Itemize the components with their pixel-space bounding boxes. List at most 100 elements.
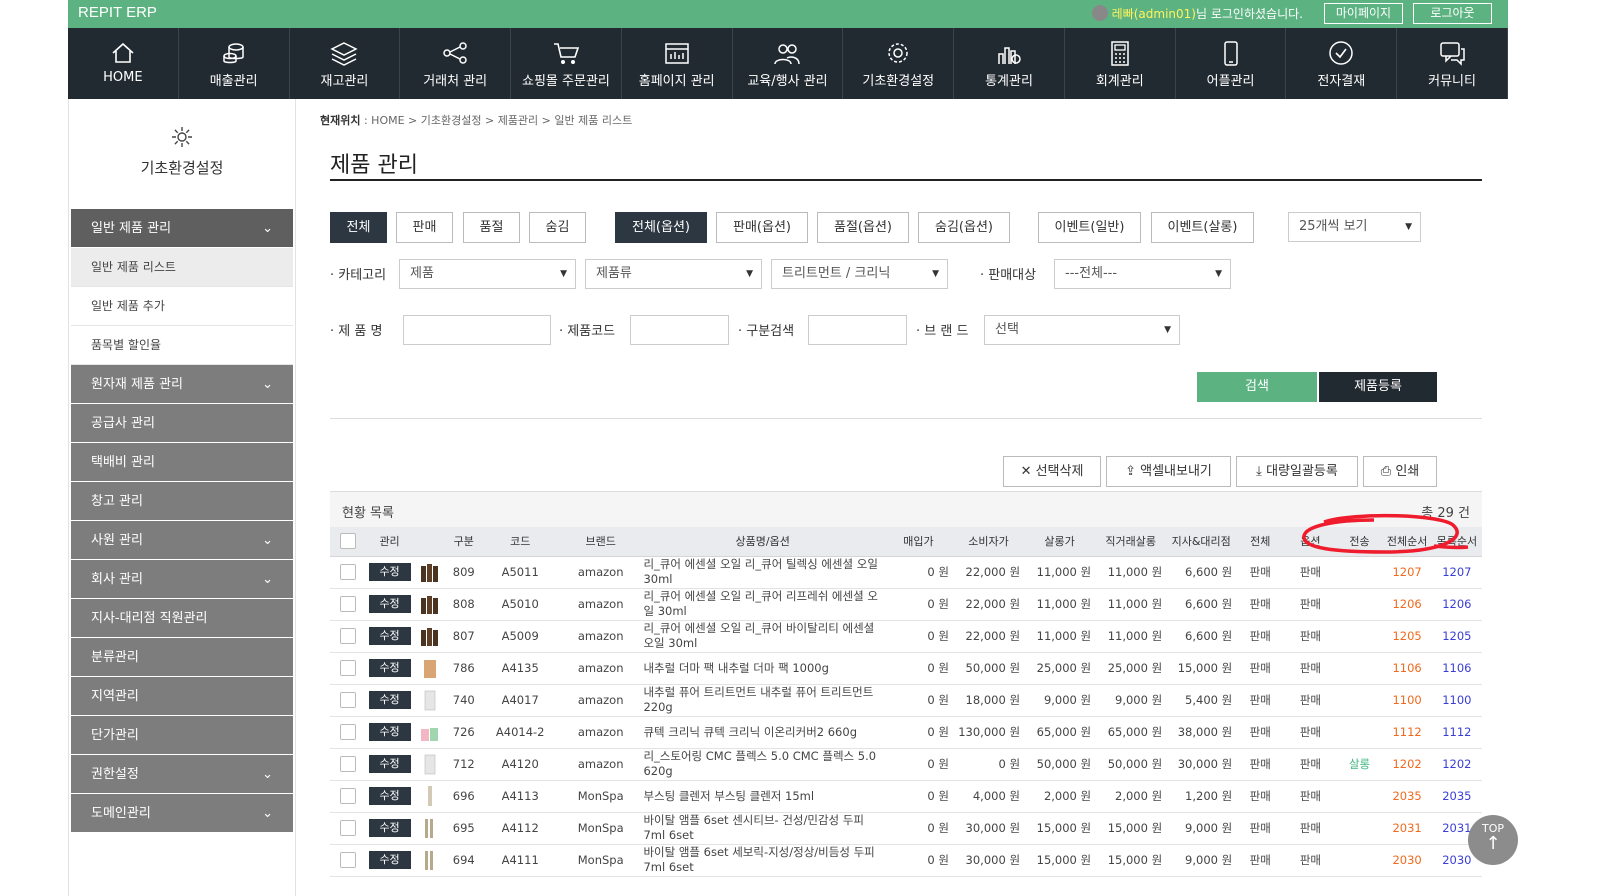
- row-checkbox[interactable]: [339, 692, 356, 708]
- nav-item-3[interactable]: 거래처 관리: [400, 28, 512, 99]
- product-thumbnail[interactable]: [419, 592, 441, 616]
- tab-sale[interactable]: 판매: [396, 212, 453, 243]
- category-select-3[interactable]: 트리트먼트 / 크리닉 ▼: [771, 259, 948, 289]
- table-row[interactable]: 수정 694 A4111 MonSpa 바이탈 앰플 6set 세보릭-지성/정상/비듬…: [330, 844, 1482, 877]
- product-thumbnail[interactable]: [419, 752, 441, 776]
- sidebar-subitem-1[interactable]: 일반 제품 추가: [71, 287, 293, 326]
- sale-target-select[interactable]: ---전체--- ▼: [1054, 259, 1231, 289]
- product-thumbnail[interactable]: [419, 720, 441, 744]
- division-search-input[interactable]: [808, 315, 907, 345]
- sidebar-item-2[interactable]: 공급사 관리: [71, 404, 293, 443]
- sidebar-item-12[interactable]: 도메인관리 ⌄: [71, 794, 293, 833]
- edit-button[interactable]: 수정: [368, 851, 411, 869]
- edit-button[interactable]: 수정: [368, 659, 411, 677]
- table-row[interactable]: 수정 695 A4112 MonSpa 바이탈 앰플 6set 센시티브- 건성/민감성…: [330, 812, 1482, 845]
- nav-item-10[interactable]: 어플관리: [1176, 28, 1287, 99]
- row-checkbox[interactable]: [339, 756, 356, 772]
- edit-button[interactable]: 수정: [368, 787, 411, 805]
- nav-item-12[interactable]: 커뮤니티: [1397, 28, 1508, 99]
- nav-item-2[interactable]: 재고관리: [290, 28, 401, 99]
- mypage-button[interactable]: 마이페이지: [1324, 3, 1403, 24]
- tab-event-general[interactable]: 이벤트(일반): [1038, 212, 1141, 243]
- edit-button[interactable]: 수정: [368, 595, 411, 613]
- row-checkbox[interactable]: [339, 564, 356, 580]
- edit-button[interactable]: 수정: [368, 723, 411, 741]
- row-checkbox[interactable]: [339, 788, 356, 804]
- table-row[interactable]: 수정 809 A5011 amazon 리_큐어 에센셜 오일 리_큐어 틸렉싱 에센셜…: [330, 556, 1482, 589]
- table-row[interactable]: 수정 696 A4113 MonSpa 부스팅 클렌저 부스팅 클렌저 15ml 0 원4…: [330, 780, 1482, 813]
- sidebar-subitem-0[interactable]: 일반 제품 리스트: [71, 248, 293, 287]
- table-row[interactable]: 수정 786 A4135 amazon 내추럴 더마 팩 내추럴 더마 팩 1000g 0…: [330, 652, 1482, 685]
- tab-hidden[interactable]: 숨김: [529, 212, 586, 243]
- row-checkbox[interactable]: [339, 852, 356, 868]
- tab-all[interactable]: 전체: [330, 212, 387, 243]
- product-name-input[interactable]: [403, 315, 551, 345]
- sidebar-item-8[interactable]: 분류관리: [71, 638, 293, 677]
- tab-event-salon[interactable]: 이벤트(살롱): [1151, 212, 1254, 243]
- row-checkbox[interactable]: [339, 820, 356, 836]
- row-checkbox[interactable]: [339, 628, 356, 644]
- delete-selected-button[interactable]: ✕ 선택삭제: [1003, 456, 1101, 487]
- scroll-top-button[interactable]: TOP ↑: [1468, 815, 1518, 865]
- sidebar-item-1[interactable]: 원자재 제품 관리 ⌄: [71, 365, 293, 404]
- sidebar-item-3[interactable]: 택배비 관리: [71, 443, 293, 482]
- row-checkbox[interactable]: [339, 660, 356, 676]
- row-checkbox[interactable]: [339, 596, 356, 612]
- product-thumbnail[interactable]: [419, 816, 441, 840]
- sidebar-subitem-2[interactable]: 품목별 할인율: [71, 326, 293, 365]
- sidebar-item-9[interactable]: 지역관리: [71, 677, 293, 716]
- nav-item-6[interactable]: 교육/행사 관리: [733, 28, 844, 99]
- sidebar-item-0[interactable]: 일반 제품 관리 ⌄: [71, 209, 293, 248]
- product-thumbnail[interactable]: [419, 624, 441, 648]
- register-product-button[interactable]: 제품등록: [1319, 372, 1437, 402]
- edit-button[interactable]: 수정: [368, 563, 411, 581]
- table-row[interactable]: 수정 712 A4120 amazon 리_스토어링 CMC 플렉스 5.0 CMC 플…: [330, 748, 1482, 781]
- nav-item-5[interactable]: 홈페이지 관리: [622, 28, 733, 99]
- per-page-select[interactable]: 25개씩 보기 ▼: [1288, 212, 1421, 242]
- product-thumbnail[interactable]: [419, 784, 441, 808]
- sidebar-item-11[interactable]: 권한설정 ⌄: [71, 755, 293, 794]
- table-row[interactable]: 수정 726 A4014-2 amazon 큐텍 크리닉 큐텍 크리닉 이온리커버2 6…: [330, 716, 1482, 749]
- search-button[interactable]: 검색: [1197, 372, 1317, 402]
- sidebar-item-4[interactable]: 창고 관리: [71, 482, 293, 521]
- brand-logo[interactable]: REPIT ERP: [78, 4, 157, 21]
- category-select-1[interactable]: 제품 ▼: [399, 259, 576, 289]
- edit-button[interactable]: 수정: [368, 691, 411, 709]
- category-select-2[interactable]: 제품류 ▼: [585, 259, 762, 289]
- tab-sale-option[interactable]: 판매(옵션): [716, 212, 808, 243]
- tab-hidden-option[interactable]: 숨김(옵션): [918, 212, 1010, 243]
- select-all-checkbox[interactable]: [339, 533, 356, 550]
- nav-item-9[interactable]: 회계관리: [1065, 28, 1176, 99]
- logout-button[interactable]: 로그아웃: [1413, 3, 1492, 24]
- sidebar-item-5[interactable]: 사원 관리 ⌄: [71, 521, 293, 560]
- tab-soldout[interactable]: 품절: [463, 212, 520, 243]
- brand-select[interactable]: 선택 ▼: [984, 315, 1180, 345]
- nav-item-8[interactable]: 통계관리: [954, 28, 1065, 99]
- product-thumbnail[interactable]: [419, 560, 441, 584]
- edit-button[interactable]: 수정: [368, 627, 411, 645]
- sidebar-item-10[interactable]: 단가관리: [71, 716, 293, 755]
- nav-item-7[interactable]: 기초환경설정: [843, 28, 955, 99]
- table-row[interactable]: 수정 808 A5010 amazon 리_큐어 에센셜 오일 리_큐어 리프레쉬 에센…: [330, 588, 1482, 621]
- nav-item-4[interactable]: 쇼핑몰 주문관리: [511, 28, 622, 99]
- product-thumbnail[interactable]: [419, 848, 441, 872]
- sidebar-item-7[interactable]: 지사-대리점 직원관리: [71, 599, 293, 638]
- print-button[interactable]: ⎙ 인쇄: [1363, 456, 1437, 487]
- edit-button[interactable]: 수정: [368, 755, 411, 773]
- row-checkbox[interactable]: [339, 724, 356, 740]
- product-code-input[interactable]: [630, 315, 729, 345]
- table-row[interactable]: 수정 807 A5009 amazon 리_큐어 에센셜 오일 리_큐어 바이탈리티 에…: [330, 620, 1482, 653]
- nav-item-1[interactable]: 매출관리: [179, 28, 290, 99]
- tab-all-option[interactable]: 전체(옵션): [615, 212, 707, 243]
- edit-button[interactable]: 수정: [368, 819, 411, 837]
- sidebar-item-6[interactable]: 회사 관리 ⌄: [71, 560, 293, 599]
- tab-soldout-option[interactable]: 품절(옵션): [817, 212, 909, 243]
- bulk-register-button[interactable]: ⤓ 대량일괄등록: [1236, 456, 1358, 487]
- nav-item-11[interactable]: 전자결재: [1286, 28, 1398, 99]
- dropdown-arrow-icon: ▼: [1405, 222, 1412, 232]
- product-thumbnail[interactable]: [419, 688, 441, 712]
- excel-export-button[interactable]: ⇪ 액셀내보내기: [1106, 456, 1231, 487]
- table-row[interactable]: 수정 740 A4017 amazon 내추럴 퓨어 트리트먼트 내추럴 퓨어 트리트먼…: [330, 684, 1482, 717]
- product-thumbnail[interactable]: [419, 656, 441, 680]
- nav-item-0[interactable]: HOME: [68, 28, 179, 99]
